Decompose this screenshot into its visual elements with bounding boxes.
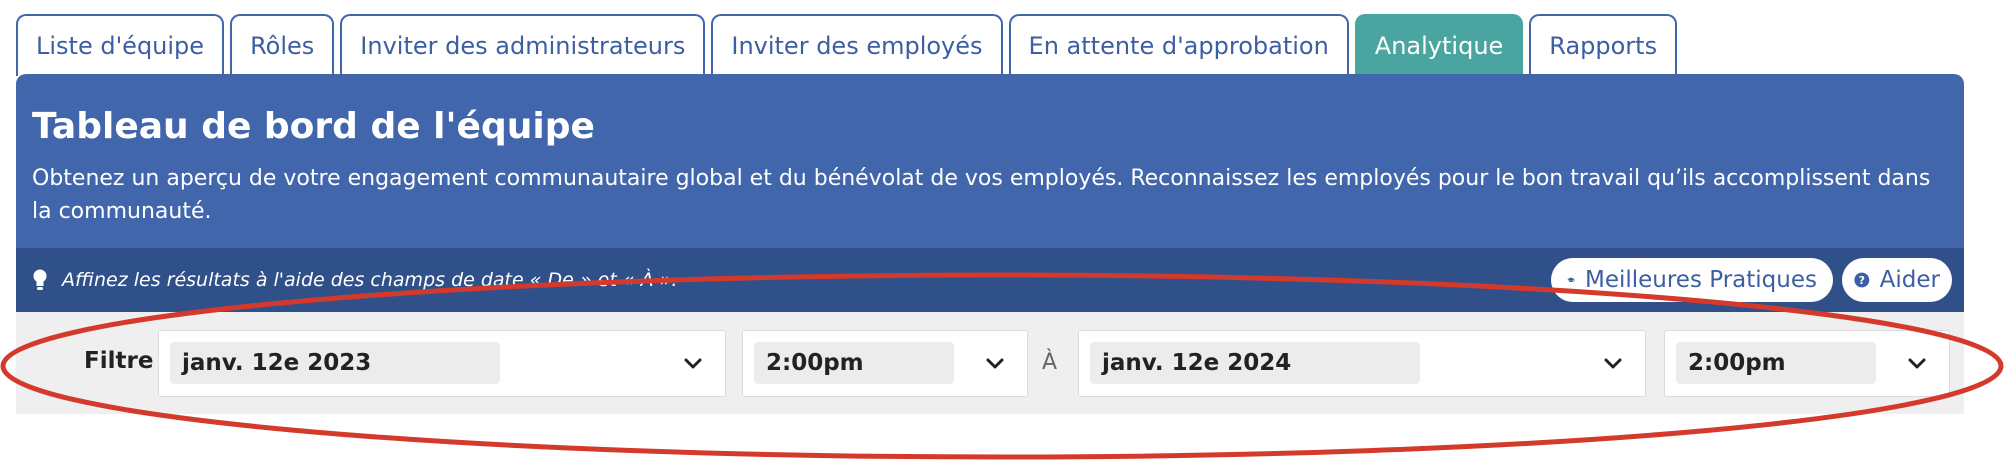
to-date-select[interactable]: janv. 12e 2024 <box>1078 330 1646 397</box>
from-date-value: janv. 12e 2023 <box>170 342 500 384</box>
chevron-down-icon <box>1908 358 1926 369</box>
dashboard-header: Tableau de bord de l'équipe Obtenez un a… <box>16 74 1964 248</box>
chevron-down-icon <box>1604 358 1622 369</box>
tab-team-list[interactable]: Liste d'équipe <box>16 14 225 76</box>
from-date-select[interactable]: janv. 12e 2023 <box>158 330 726 397</box>
to-time-value: 2:00pm <box>1676 342 1876 384</box>
help-label: Aider <box>1879 267 1940 293</box>
best-practices-label: Meilleures Pratiques <box>1584 267 1817 293</box>
page-title: Tableau de bord de l'équipe <box>32 106 595 147</box>
to-time-select[interactable]: 2:00pm <box>1664 330 1950 397</box>
question-circle-icon: ? <box>1854 272 1870 288</box>
page-description: Obtenez un aperçu de votre engagement co… <box>32 166 1931 224</box>
hint-bar: Affinez les résultats à l'aide des champ… <box>16 248 1964 312</box>
tab-invite-admins[interactable]: Inviter des administrateurs <box>340 14 706 76</box>
graduation-cap-icon <box>1567 277 1575 283</box>
chevron-down-icon <box>684 358 702 369</box>
to-label: À <box>1042 350 1058 375</box>
best-practices-button[interactable]: Meilleures Pratiques <box>1551 258 1833 302</box>
tab-pending-approval[interactable]: En attente d'approbation <box>1008 14 1349 76</box>
tab-reports[interactable]: Rapports <box>1529 14 1678 76</box>
from-time-value: 2:00pm <box>754 342 954 384</box>
from-time-select[interactable]: 2:00pm <box>742 330 1028 397</box>
chevron-down-icon <box>986 358 1004 369</box>
date-filter-row: Filtre janv. 12e 2023 2:00pm À janv. 12e… <box>16 312 1964 414</box>
to-date-value: janv. 12e 2024 <box>1090 342 1420 384</box>
tab-analytics[interactable]: Analytique <box>1354 14 1524 76</box>
tab-invite-employees[interactable]: Inviter des employés <box>711 14 1003 76</box>
date-hint: Affinez les résultats à l'aide des champ… <box>32 269 677 291</box>
help-button[interactable]: ? Aider <box>1842 258 1952 302</box>
lightbulb-icon <box>33 269 47 290</box>
hint-text: Affinez les résultats à l'aide des champ… <box>62 269 678 291</box>
tab-roles[interactable]: Rôles <box>230 14 335 76</box>
filter-label: Filtre <box>84 348 154 374</box>
tab-bar: Liste d'équipe Rôles Inviter des adminis… <box>16 14 1678 76</box>
svg-text:?: ? <box>1859 274 1865 287</box>
